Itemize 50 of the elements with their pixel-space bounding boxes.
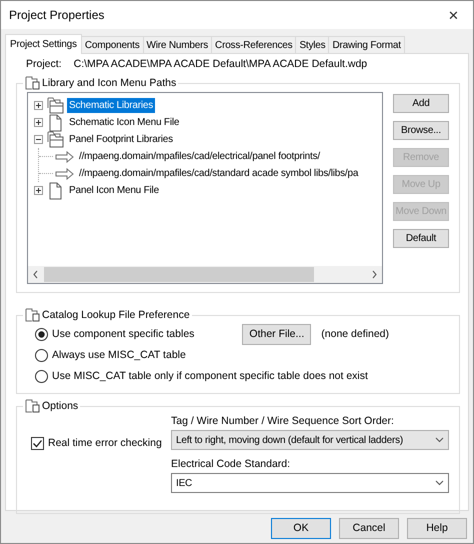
caret-icon <box>435 480 444 486</box>
expand-icon[interactable] <box>34 101 43 110</box>
horizontal-scrollbar[interactable] <box>28 266 382 283</box>
tab[interactable]: Project Settings <box>5 34 82 54</box>
group-icon <box>25 399 41 413</box>
tree-item[interactable]: //mpaeng.domain/mpafiles/cad/electrical/panel footprints/ <box>77 149 322 164</box>
radio-label[interactable]: Use component specific tables <box>52 328 194 341</box>
tree-item[interactable]: Panel Icon Menu File <box>67 183 161 198</box>
dialog-button[interactable]: Cancel <box>339 518 399 539</box>
tree-item[interactable]: //mpaeng.domain/mpafiles/cad/standard acade symbol libs/libs/pa <box>77 166 360 181</box>
checkbox-label[interactable]: Real time error checking <box>48 437 162 450</box>
project-label: Project: <box>26 58 62 71</box>
group-title: Options <box>42 400 78 412</box>
folder-stack-icon <box>45 130 65 148</box>
caret-icon <box>435 437 444 443</box>
collapse-icon[interactable] <box>34 135 43 144</box>
radio-button[interactable] <box>35 349 48 362</box>
expand-icon[interactable] <box>34 186 43 195</box>
project-path: C:\MPA ACADE\MPA ACADE Default\MPA ACADE Default.wdp <box>74 58 368 71</box>
group-icon <box>25 76 41 90</box>
radio-label[interactable]: Use MISC_CAT table only if component specific table does not exist <box>52 370 368 383</box>
dialog-button[interactable]: OK <box>271 518 331 539</box>
tree-item[interactable]: Panel Footprint Libraries <box>67 132 175 147</box>
checkbox[interactable] <box>31 437 44 450</box>
other-file-value: (none defined) <box>321 328 389 341</box>
expand-icon[interactable] <box>34 118 43 127</box>
window-title: Project Properties <box>9 8 104 22</box>
close-button[interactable]: ✕ <box>442 8 465 22</box>
field-label: Tag / Wire Number / Wire Sequence Sort Order: <box>171 415 395 428</box>
radio-button[interactable] <box>35 370 48 383</box>
radio-button[interactable] <box>35 328 48 341</box>
field-label: Electrical Code Standard: <box>171 458 292 471</box>
tab[interactable]: Drawing Format <box>328 36 405 54</box>
arrow-icon <box>55 150 75 162</box>
tree-item[interactable]: Schematic Libraries <box>67 98 156 113</box>
other-file-button[interactable]: Other File... <box>242 324 312 345</box>
radio-label[interactable]: Always use MISC_CAT table <box>52 349 186 362</box>
group-icon <box>25 308 41 322</box>
side-button[interactable]: Browse... <box>393 121 449 140</box>
group-title: Library and Icon Menu Paths <box>42 76 176 90</box>
tree-item[interactable]: Schematic Icon Menu File <box>67 115 182 130</box>
code-standard-dropdown[interactable]: IEC <box>171 473 449 493</box>
arrow-icon <box>55 168 75 180</box>
dialog-button[interactable]: Help <box>407 518 467 539</box>
folder-stack-icon <box>45 96 65 114</box>
group-title: Catalog Lookup File Preference <box>42 308 190 322</box>
sort-order-dropdown[interactable]: Left to right, moving down (default for vertical ladders) <box>171 430 449 450</box>
side-button[interactable]: Default <box>393 229 449 248</box>
side-button[interactable]: Add <box>393 94 449 113</box>
library-tree[interactable] <box>27 92 383 284</box>
